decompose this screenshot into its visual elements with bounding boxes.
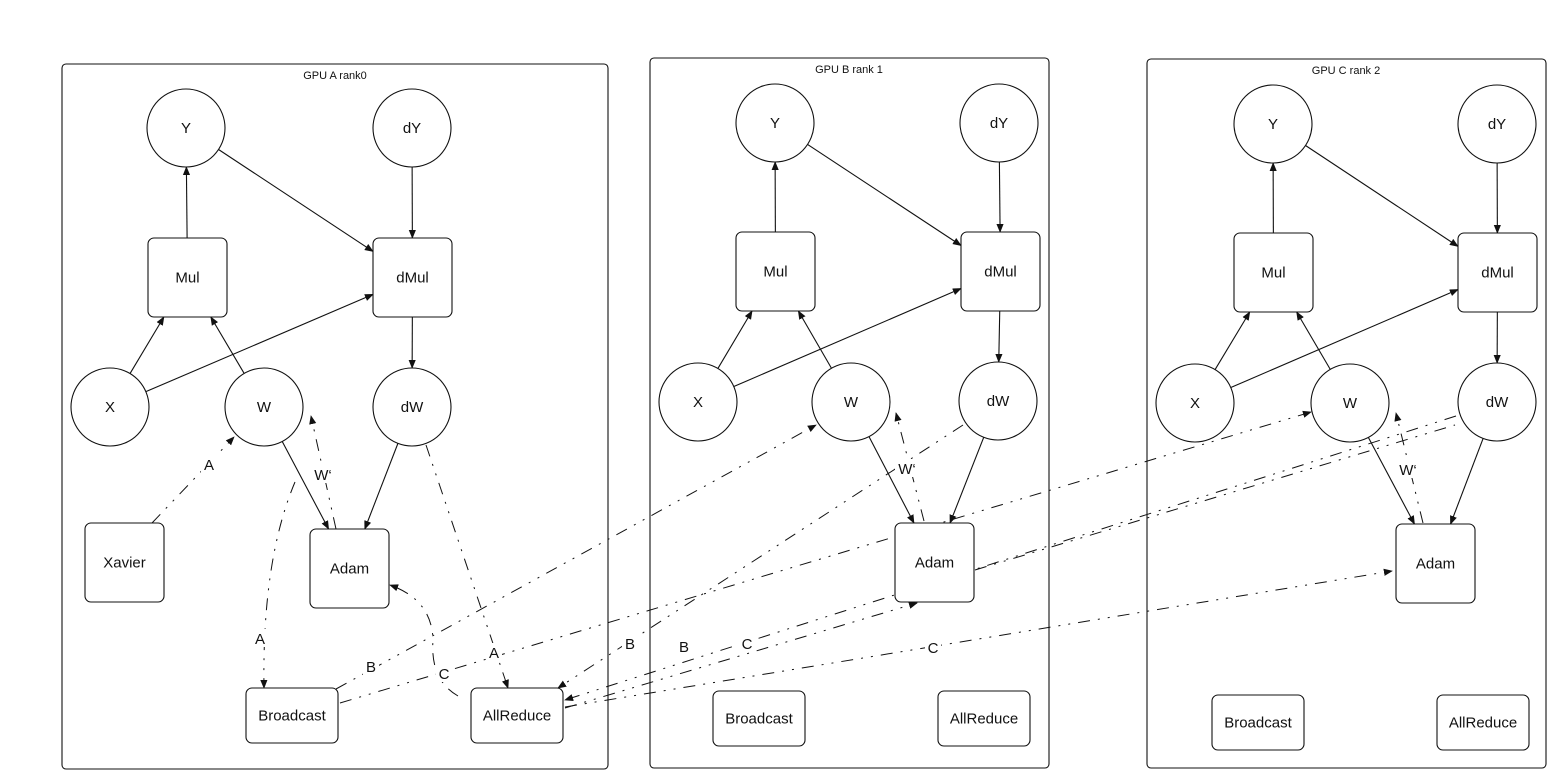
node-dmul-gpu-b[interactable]: dMul bbox=[960, 231, 1041, 312]
node-dmul-label: dMul bbox=[984, 264, 1017, 281]
node-y-gpu-a[interactable]: Y bbox=[146, 88, 226, 168]
node-broadcast-gpu-a[interactable]: Broadcast bbox=[245, 687, 339, 744]
node-dmul-gpu-c[interactable]: dMul bbox=[1457, 232, 1538, 313]
edge-label-c-dw: C bbox=[742, 636, 753, 653]
node-broadcast-label: Broadcast bbox=[1224, 715, 1292, 732]
node-dy-gpu-a[interactable]: dY bbox=[372, 88, 452, 168]
edge-label-wprime-b: W‘ bbox=[898, 461, 916, 478]
node-adam-label: Adam bbox=[330, 561, 369, 578]
edge-label-b-broadcast: B bbox=[366, 659, 376, 676]
node-dy-label: dY bbox=[990, 115, 1008, 132]
node-mul-label: Mul bbox=[763, 264, 787, 281]
node-mul-gpu-a[interactable]: Mul bbox=[147, 237, 228, 318]
node-broadcast-label: Broadcast bbox=[725, 711, 793, 728]
edge-label-c-adam: C bbox=[928, 640, 939, 657]
node-x-label: X bbox=[1190, 395, 1200, 412]
edge-label-a-allreduce: A bbox=[489, 645, 499, 662]
node-mul-label: Mul bbox=[1261, 265, 1285, 282]
edge-mul-to-y-a[interactable] bbox=[182, 166, 191, 239]
edge-label-a-xavier: A bbox=[204, 457, 214, 474]
node-y-label: Y bbox=[181, 120, 191, 137]
node-adam-gpu-c[interactable]: Adam bbox=[1395, 523, 1476, 604]
node-adam-label: Adam bbox=[1416, 556, 1455, 573]
node-allreduce-label: AllReduce bbox=[1449, 715, 1517, 732]
node-y-label: Y bbox=[770, 115, 780, 132]
edge-label-wprime-a: W‘ bbox=[314, 467, 332, 484]
node-dw-label: dW bbox=[987, 393, 1010, 410]
node-x-gpu-a[interactable]: X bbox=[70, 367, 150, 447]
node-allreduce-gpu-c[interactable]: AllReduce bbox=[1436, 694, 1530, 751]
node-dw-label: dW bbox=[401, 399, 424, 416]
node-dy-gpu-c[interactable]: dY bbox=[1457, 84, 1537, 164]
edge-dy-to-dmul-b[interactable] bbox=[996, 161, 1004, 233]
gpu-c-title: GPU C rank 2 bbox=[1312, 65, 1380, 77]
node-dmul-label: dMul bbox=[1481, 265, 1514, 282]
edge-label-b-adam: B bbox=[679, 639, 689, 656]
distributed-training-diagram: GPU A rank0 GPU B rank 1 GPU C rank 2 Y … bbox=[61, 57, 1547, 770]
node-w-gpu-c[interactable]: W bbox=[1310, 363, 1390, 443]
node-w-label: W bbox=[257, 399, 272, 416]
node-w-gpu-b[interactable]: W bbox=[811, 362, 891, 442]
node-x-label: X bbox=[693, 394, 703, 411]
node-dy-gpu-b[interactable]: dY bbox=[959, 83, 1039, 163]
node-w-label: W bbox=[1343, 395, 1358, 412]
node-dmul-label: dMul bbox=[396, 270, 429, 287]
node-dw-label: dW bbox=[1486, 394, 1509, 411]
node-adam-gpu-a[interactable]: Adam bbox=[309, 528, 390, 609]
node-broadcast-label: Broadcast bbox=[258, 708, 326, 725]
node-x-gpu-b[interactable]: X bbox=[658, 362, 738, 442]
node-mul-gpu-b[interactable]: Mul bbox=[735, 231, 816, 312]
node-adam-label: Adam bbox=[915, 555, 954, 572]
node-allreduce-label: AllReduce bbox=[483, 708, 551, 725]
node-dw-gpu-c[interactable]: dW bbox=[1457, 362, 1537, 442]
node-y-gpu-c[interactable]: Y bbox=[1233, 84, 1313, 164]
node-xavier-label: Xavier bbox=[103, 555, 146, 572]
node-y-label: Y bbox=[1268, 116, 1278, 133]
node-dw-gpu-a[interactable]: dW bbox=[372, 367, 452, 447]
node-allreduce-gpu-b[interactable]: AllReduce bbox=[937, 690, 1031, 747]
node-dy-label: dY bbox=[403, 120, 421, 137]
node-w-gpu-a[interactable]: W bbox=[224, 367, 304, 447]
edge-label-a-broadcast: A bbox=[255, 631, 265, 648]
node-mul-label: Mul bbox=[175, 270, 199, 287]
edge-label-b-dw: B bbox=[625, 636, 635, 653]
edge-label-wprime-c: W‘ bbox=[1399, 462, 1417, 479]
node-allreduce-label: AllReduce bbox=[950, 711, 1018, 728]
node-dw-gpu-b[interactable]: dW bbox=[958, 361, 1038, 441]
node-adam-gpu-b[interactable]: Adam bbox=[894, 522, 975, 603]
node-allreduce-gpu-a[interactable]: AllReduce bbox=[470, 687, 564, 744]
node-x-gpu-c[interactable]: X bbox=[1155, 363, 1235, 443]
gpu-b-title: GPU B rank 1 bbox=[815, 64, 883, 76]
node-xavier-gpu-a[interactable]: Xavier bbox=[84, 522, 165, 603]
edge-label-c-broadcast: C bbox=[439, 666, 450, 683]
node-broadcast-gpu-c[interactable]: Broadcast bbox=[1211, 694, 1305, 751]
node-dy-label: dY bbox=[1488, 116, 1506, 133]
node-dmul-gpu-a[interactable]: dMul bbox=[372, 237, 453, 318]
node-mul-gpu-c[interactable]: Mul bbox=[1233, 232, 1314, 313]
node-y-gpu-b[interactable]: Y bbox=[735, 83, 815, 163]
gpu-a-title: GPU A rank0 bbox=[303, 70, 367, 82]
node-w-label: W bbox=[844, 394, 859, 411]
node-broadcast-gpu-b[interactable]: Broadcast bbox=[712, 690, 806, 747]
node-x-label: X bbox=[105, 399, 115, 416]
